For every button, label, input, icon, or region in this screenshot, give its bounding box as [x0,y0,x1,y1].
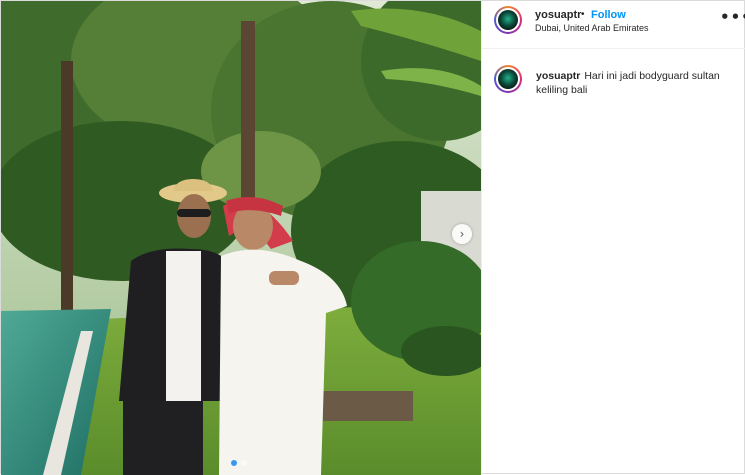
post-header: yosuaptr • Follow Dubai, United Arab Emi… [482,1,745,49]
carousel-indicator [231,460,247,466]
location-link[interactable]: Dubai, United Arab Emirates [535,23,649,33]
caption-text: yosuaptr Hari ini jadi bodyguard sultan k… [536,69,736,97]
separator-dot: • [581,9,585,20]
post-photo[interactable]: › [1,1,481,475]
carousel-dot [241,460,247,466]
carousel-dot-active [231,460,237,466]
instagram-post: › yosuaptr • Follow Dubai, United Arab E… [0,0,745,475]
follow-button[interactable]: Follow [591,9,626,21]
carousel-next-button[interactable]: › [452,224,472,244]
post-sidebar: yosuaptr • Follow Dubai, United Arab Emi… [481,1,745,475]
more-horizontal-icon[interactable]: ••• [720,8,745,26]
chevron-right-icon: › [459,227,465,241]
username-link[interactable]: yosuaptr [535,9,581,21]
photo-scene [1,1,481,475]
caption-username[interactable]: yosuaptr [536,70,580,82]
avatar[interactable] [494,6,522,34]
caption-avatar[interactable] [494,65,522,93]
